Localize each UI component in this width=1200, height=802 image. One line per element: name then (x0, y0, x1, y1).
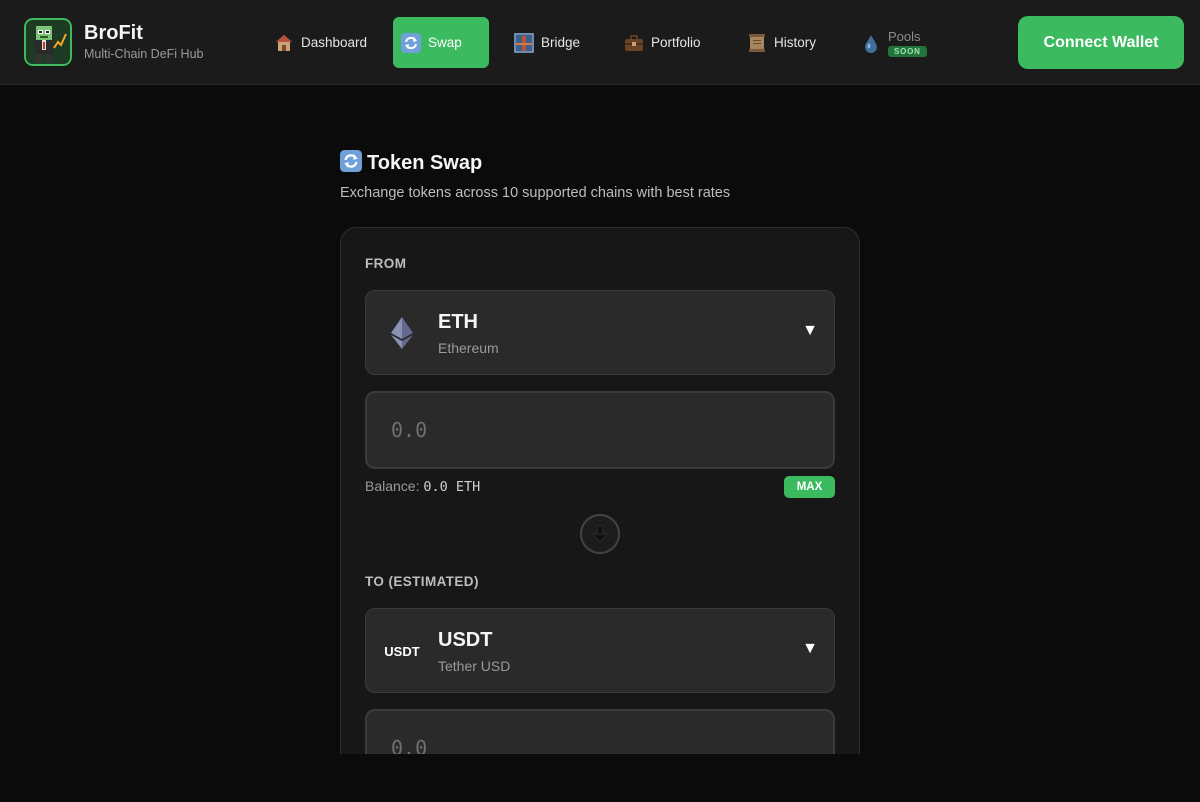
usdt-icon: USDT (382, 635, 422, 667)
swap-arrows-icon (401, 32, 421, 53)
to-amount-input[interactable] (365, 709, 835, 754)
nav-dashboard-label: Dashboard (301, 35, 368, 50)
chevron-down-icon: ▼ (802, 322, 818, 339)
page-subtitle: Exchange tokens across 10 supported chai… (340, 185, 731, 201)
nav-bridge-label: Bridge (541, 35, 581, 50)
usdt-icon-text: USDT (384, 643, 420, 659)
chevron-down-icon: ▼ (802, 640, 818, 657)
to-token-name: Tether USD (438, 658, 511, 674)
max-button[interactable]: MAX (784, 476, 835, 498)
to-token-selector[interactable]: USDT USDT Tether USD ▼ (365, 608, 835, 693)
bridge-icon (514, 32, 534, 53)
nav-swap[interactable]: Swap (393, 17, 489, 68)
from-token-symbol: ETH (438, 311, 478, 333)
soon-badge: SOON (888, 45, 927, 57)
nav-bridge[interactable]: Bridge (506, 17, 590, 68)
from-amount-input[interactable] (365, 391, 835, 469)
balance-value: 0.0 ETH (423, 479, 481, 495)
nav-pools-label: Pools (888, 28, 921, 44)
page-title-text: Token Swap (367, 152, 483, 174)
nav-history[interactable]: History (739, 17, 826, 68)
arrow-down-icon (592, 525, 608, 543)
scroll-icon (747, 33, 767, 53)
droplet-icon (861, 33, 881, 53)
nav-history-label: History (774, 35, 817, 50)
connect-wallet-button[interactable]: Connect Wallet (1018, 16, 1184, 69)
ethereum-icon (382, 317, 422, 349)
from-token-name: Ethereum (438, 340, 499, 356)
pixel-character-logo-icon (26, 20, 70, 64)
nav-swap-label: Swap (428, 35, 462, 50)
from-label: FROM (365, 256, 407, 271)
house-icon (274, 33, 294, 53)
from-balance: Balance: 0.0 ETH (365, 478, 480, 495)
brand-name: BroFit (84, 22, 143, 44)
to-label: TO (ESTIMATED) (365, 574, 479, 589)
balance-label: Balance: (365, 478, 420, 494)
top-navigation-bar: BroFit Multi-Chain DeFi Hub Dashboard Sw… (0, 0, 1200, 85)
nav-dashboard[interactable]: Dashboard (266, 17, 377, 68)
swap-direction-button[interactable] (580, 514, 620, 554)
swap-arrows-icon (340, 150, 362, 177)
swap-card: FROM ETH Ethereum ▼ Balance: 0.0 ETH MAX… (340, 227, 860, 754)
to-token-symbol: USDT (438, 629, 493, 651)
from-token-selector[interactable]: ETH Ethereum ▼ (365, 290, 835, 375)
page-title: Token Swap (340, 150, 482, 177)
nav-portfolio[interactable]: Portfolio (616, 17, 711, 68)
briefcase-icon (624, 33, 644, 53)
brofit-logo[interactable] (24, 18, 72, 66)
brand-tagline: Multi-Chain DeFi Hub (84, 47, 204, 61)
nav-portfolio-label: Portfolio (651, 35, 701, 50)
nav-pools[interactable]: Pools SOON (853, 17, 937, 68)
